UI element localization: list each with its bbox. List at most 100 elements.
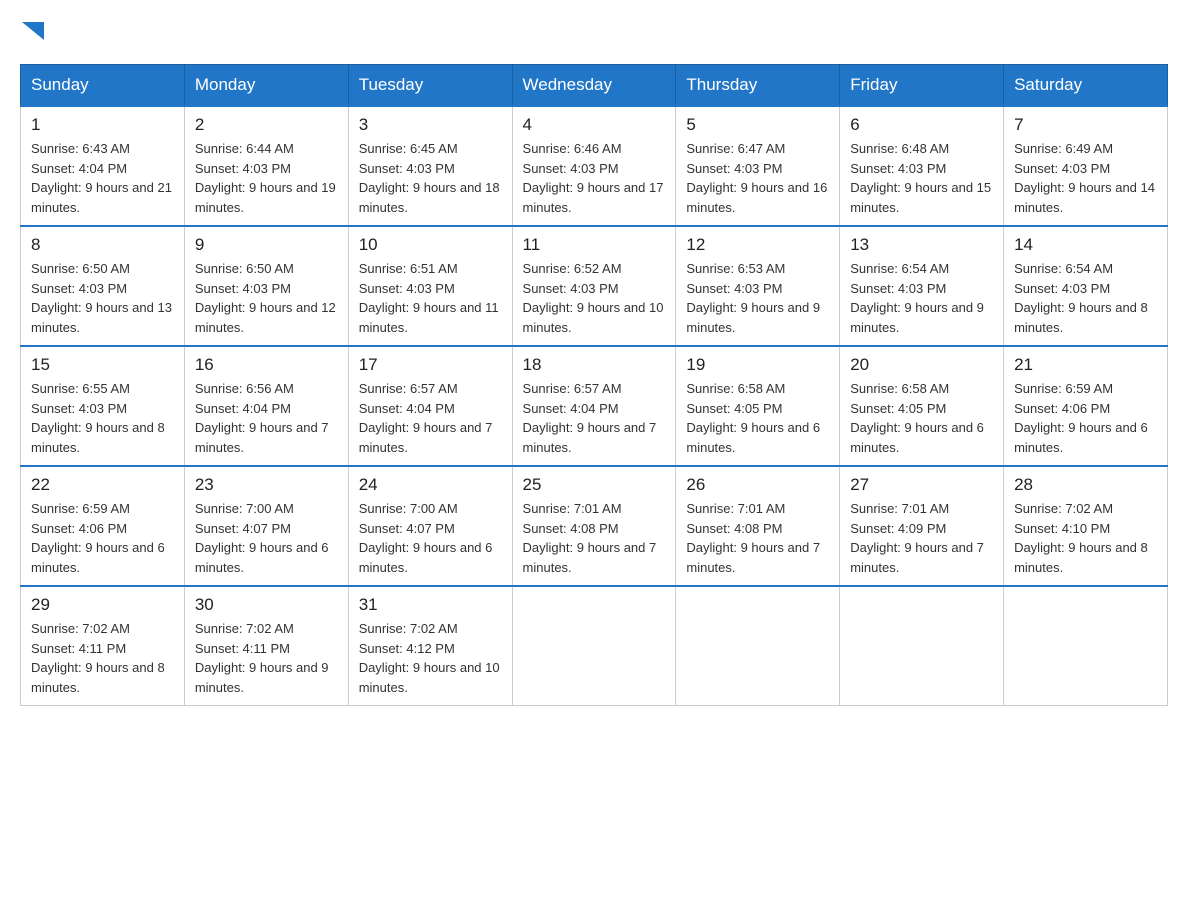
day-number: 24: [359, 475, 502, 495]
day-number: 8: [31, 235, 174, 255]
day-info: Sunrise: 6:47 AMSunset: 4:03 PMDaylight:…: [686, 141, 827, 215]
day-info: Sunrise: 6:53 AMSunset: 4:03 PMDaylight:…: [686, 261, 820, 335]
week-row-5: 29 Sunrise: 7:02 AMSunset: 4:11 PMDaylig…: [21, 586, 1168, 706]
day-info: Sunrise: 6:58 AMSunset: 4:05 PMDaylight:…: [686, 381, 820, 455]
calendar-cell: 1 Sunrise: 6:43 AMSunset: 4:04 PMDayligh…: [21, 106, 185, 226]
week-row-4: 22 Sunrise: 6:59 AMSunset: 4:06 PMDaylig…: [21, 466, 1168, 586]
day-info: Sunrise: 6:59 AMSunset: 4:06 PMDaylight:…: [31, 501, 165, 575]
calendar-cell: 24 Sunrise: 7:00 AMSunset: 4:07 PMDaylig…: [348, 466, 512, 586]
day-info: Sunrise: 6:55 AMSunset: 4:03 PMDaylight:…: [31, 381, 165, 455]
day-number: 11: [523, 235, 666, 255]
day-info: Sunrise: 6:52 AMSunset: 4:03 PMDaylight:…: [523, 261, 664, 335]
day-number: 9: [195, 235, 338, 255]
calendar-cell: 21 Sunrise: 6:59 AMSunset: 4:06 PMDaylig…: [1004, 346, 1168, 466]
calendar-cell: [1004, 586, 1168, 706]
calendar-cell: 30 Sunrise: 7:02 AMSunset: 4:11 PMDaylig…: [184, 586, 348, 706]
day-number: 15: [31, 355, 174, 375]
calendar-cell: 22 Sunrise: 6:59 AMSunset: 4:06 PMDaylig…: [21, 466, 185, 586]
day-info: Sunrise: 6:58 AMSunset: 4:05 PMDaylight:…: [850, 381, 984, 455]
day-number: 31: [359, 595, 502, 615]
day-number: 19: [686, 355, 829, 375]
day-number: 20: [850, 355, 993, 375]
day-number: 6: [850, 115, 993, 135]
calendar-cell: 6 Sunrise: 6:48 AMSunset: 4:03 PMDayligh…: [840, 106, 1004, 226]
day-info: Sunrise: 7:01 AMSunset: 4:09 PMDaylight:…: [850, 501, 984, 575]
calendar-cell: 3 Sunrise: 6:45 AMSunset: 4:03 PMDayligh…: [348, 106, 512, 226]
calendar-cell: 19 Sunrise: 6:58 AMSunset: 4:05 PMDaylig…: [676, 346, 840, 466]
calendar-cell: 29 Sunrise: 7:02 AMSunset: 4:11 PMDaylig…: [21, 586, 185, 706]
calendar-cell: 20 Sunrise: 6:58 AMSunset: 4:05 PMDaylig…: [840, 346, 1004, 466]
day-info: Sunrise: 6:51 AMSunset: 4:03 PMDaylight:…: [359, 261, 499, 335]
calendar-cell: 2 Sunrise: 6:44 AMSunset: 4:03 PMDayligh…: [184, 106, 348, 226]
calendar-cell: 10 Sunrise: 6:51 AMSunset: 4:03 PMDaylig…: [348, 226, 512, 346]
day-number: 22: [31, 475, 174, 495]
calendar-header-thursday: Thursday: [676, 65, 840, 107]
day-number: 25: [523, 475, 666, 495]
day-number: 29: [31, 595, 174, 615]
calendar-cell: 25 Sunrise: 7:01 AMSunset: 4:08 PMDaylig…: [512, 466, 676, 586]
calendar-cell: 16 Sunrise: 6:56 AMSunset: 4:04 PMDaylig…: [184, 346, 348, 466]
day-number: 4: [523, 115, 666, 135]
day-number: 18: [523, 355, 666, 375]
calendar-header-sunday: Sunday: [21, 65, 185, 107]
day-info: Sunrise: 6:54 AMSunset: 4:03 PMDaylight:…: [1014, 261, 1148, 335]
day-info: Sunrise: 6:50 AMSunset: 4:03 PMDaylight:…: [195, 261, 336, 335]
week-row-3: 15 Sunrise: 6:55 AMSunset: 4:03 PMDaylig…: [21, 346, 1168, 466]
day-info: Sunrise: 7:02 AMSunset: 4:10 PMDaylight:…: [1014, 501, 1148, 575]
day-number: 1: [31, 115, 174, 135]
logo-arrow-icon: [22, 22, 44, 44]
day-info: Sunrise: 7:00 AMSunset: 4:07 PMDaylight:…: [195, 501, 329, 575]
calendar-table: SundayMondayTuesdayWednesdayThursdayFrid…: [20, 64, 1168, 706]
calendar-cell: 15 Sunrise: 6:55 AMSunset: 4:03 PMDaylig…: [21, 346, 185, 466]
calendar-cell: 9 Sunrise: 6:50 AMSunset: 4:03 PMDayligh…: [184, 226, 348, 346]
calendar-cell: 31 Sunrise: 7:02 AMSunset: 4:12 PMDaylig…: [348, 586, 512, 706]
day-number: 14: [1014, 235, 1157, 255]
day-number: 3: [359, 115, 502, 135]
day-info: Sunrise: 6:56 AMSunset: 4:04 PMDaylight:…: [195, 381, 329, 455]
day-info: Sunrise: 6:45 AMSunset: 4:03 PMDaylight:…: [359, 141, 500, 215]
logo: [20, 20, 44, 44]
calendar-header-saturday: Saturday: [1004, 65, 1168, 107]
calendar-cell: 11 Sunrise: 6:52 AMSunset: 4:03 PMDaylig…: [512, 226, 676, 346]
day-number: 13: [850, 235, 993, 255]
day-info: Sunrise: 6:44 AMSunset: 4:03 PMDaylight:…: [195, 141, 336, 215]
calendar-cell: [840, 586, 1004, 706]
day-number: 30: [195, 595, 338, 615]
calendar-header-tuesday: Tuesday: [348, 65, 512, 107]
day-info: Sunrise: 6:57 AMSunset: 4:04 PMDaylight:…: [523, 381, 657, 455]
calendar-cell: [512, 586, 676, 706]
day-info: Sunrise: 6:43 AMSunset: 4:04 PMDaylight:…: [31, 141, 172, 215]
week-row-1: 1 Sunrise: 6:43 AMSunset: 4:04 PMDayligh…: [21, 106, 1168, 226]
day-info: Sunrise: 6:50 AMSunset: 4:03 PMDaylight:…: [31, 261, 172, 335]
calendar-cell: 8 Sunrise: 6:50 AMSunset: 4:03 PMDayligh…: [21, 226, 185, 346]
calendar-cell: 7 Sunrise: 6:49 AMSunset: 4:03 PMDayligh…: [1004, 106, 1168, 226]
calendar-cell: 5 Sunrise: 6:47 AMSunset: 4:03 PMDayligh…: [676, 106, 840, 226]
day-number: 17: [359, 355, 502, 375]
day-info: Sunrise: 6:49 AMSunset: 4:03 PMDaylight:…: [1014, 141, 1155, 215]
calendar-header-row: SundayMondayTuesdayWednesdayThursdayFrid…: [21, 65, 1168, 107]
day-info: Sunrise: 6:48 AMSunset: 4:03 PMDaylight:…: [850, 141, 991, 215]
calendar-header-wednesday: Wednesday: [512, 65, 676, 107]
calendar-cell: 4 Sunrise: 6:46 AMSunset: 4:03 PMDayligh…: [512, 106, 676, 226]
day-number: 26: [686, 475, 829, 495]
day-number: 28: [1014, 475, 1157, 495]
page-header: [20, 20, 1168, 44]
calendar-header-monday: Monday: [184, 65, 348, 107]
day-info: Sunrise: 7:00 AMSunset: 4:07 PMDaylight:…: [359, 501, 493, 575]
calendar-cell: 12 Sunrise: 6:53 AMSunset: 4:03 PMDaylig…: [676, 226, 840, 346]
day-info: Sunrise: 7:01 AMSunset: 4:08 PMDaylight:…: [686, 501, 820, 575]
day-number: 7: [1014, 115, 1157, 135]
day-number: 23: [195, 475, 338, 495]
calendar-header-friday: Friday: [840, 65, 1004, 107]
day-info: Sunrise: 7:02 AMSunset: 4:12 PMDaylight:…: [359, 621, 500, 695]
day-number: 2: [195, 115, 338, 135]
day-number: 10: [359, 235, 502, 255]
calendar-cell: 27 Sunrise: 7:01 AMSunset: 4:09 PMDaylig…: [840, 466, 1004, 586]
day-info: Sunrise: 6:54 AMSunset: 4:03 PMDaylight:…: [850, 261, 984, 335]
calendar-cell: 23 Sunrise: 7:00 AMSunset: 4:07 PMDaylig…: [184, 466, 348, 586]
day-info: Sunrise: 7:01 AMSunset: 4:08 PMDaylight:…: [523, 501, 657, 575]
week-row-2: 8 Sunrise: 6:50 AMSunset: 4:03 PMDayligh…: [21, 226, 1168, 346]
day-number: 27: [850, 475, 993, 495]
day-info: Sunrise: 6:46 AMSunset: 4:03 PMDaylight:…: [523, 141, 664, 215]
day-info: Sunrise: 6:59 AMSunset: 4:06 PMDaylight:…: [1014, 381, 1148, 455]
